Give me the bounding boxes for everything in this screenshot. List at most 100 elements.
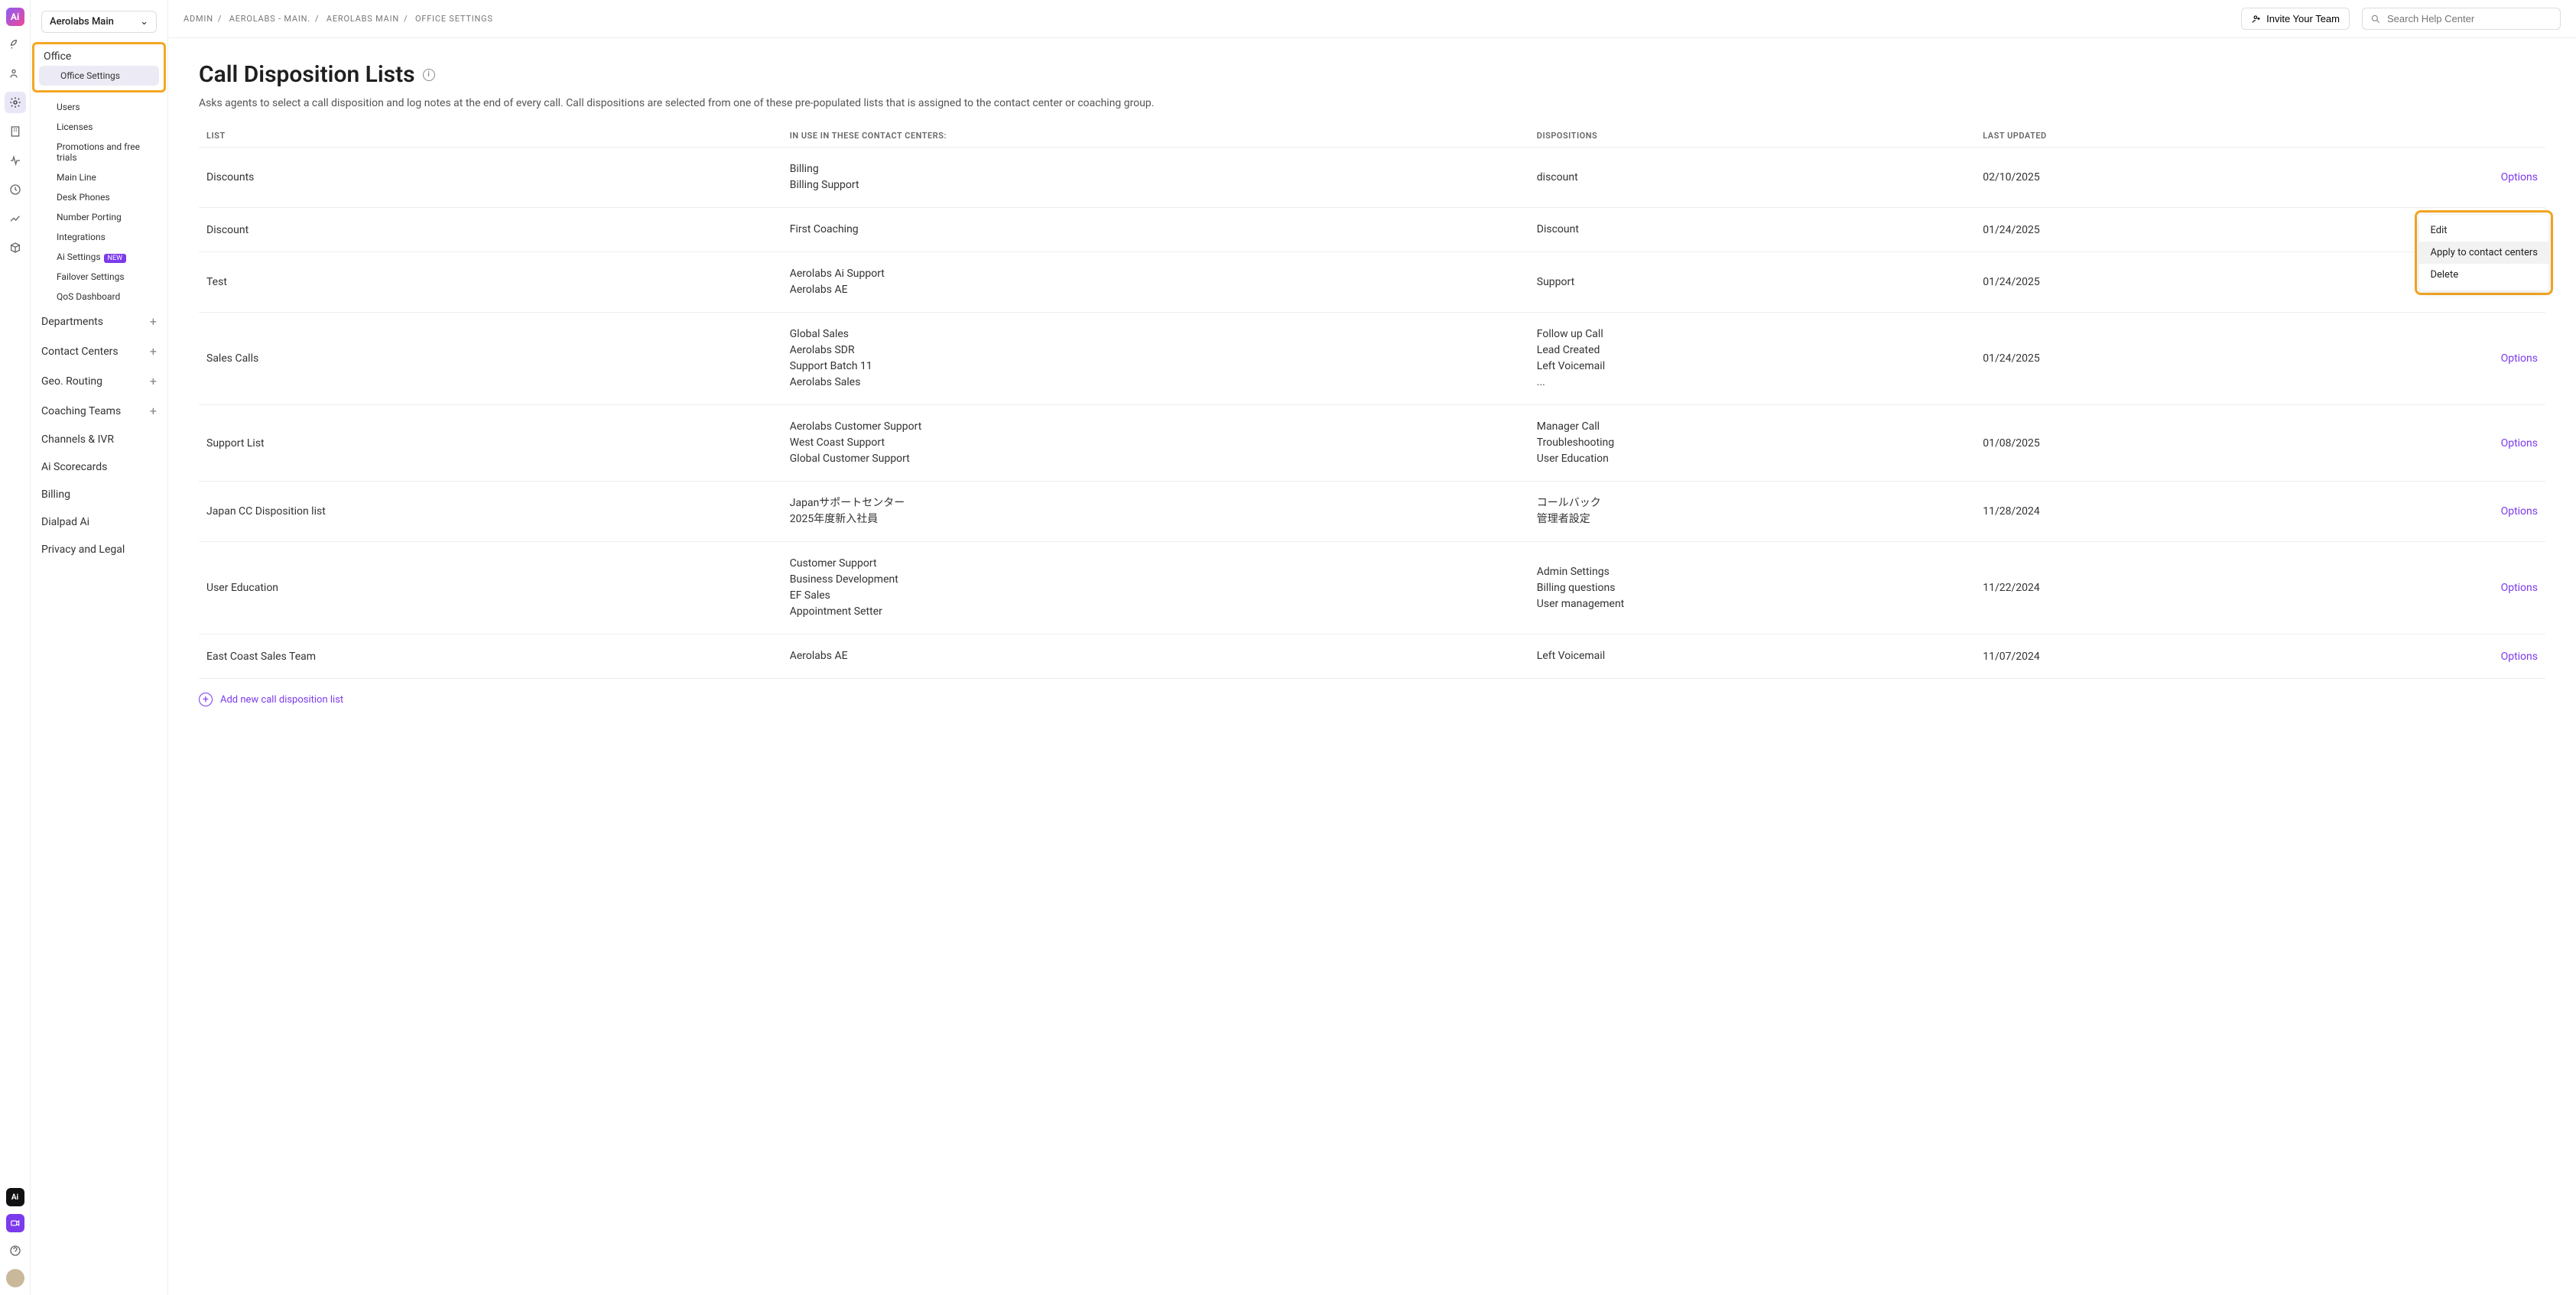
breadcrumbs: ADMIN/ AEROLABS - MAIN./ AEROLABS MAIN/ …	[184, 14, 2229, 24]
office-section-highlight: Office Office Settings	[32, 42, 166, 92]
dropdown-item-apply[interactable]: Apply to contact centers	[2419, 242, 2548, 264]
sidebar-item-geo-routing[interactable]: Geo. Routing +	[31, 366, 167, 396]
cell-centers: Aerolabs Ai SupportAerolabs AE	[782, 252, 1529, 313]
table-row: DiscountFirst CoachingDiscount01/24/2025	[199, 208, 2545, 252]
table-row: Support ListAerolabs Customer SupportWes…	[199, 405, 2545, 482]
plus-icon[interactable]: +	[150, 344, 157, 359]
options-link[interactable]: Options	[2501, 651, 2538, 663]
search-icon	[2370, 14, 2381, 24]
info-icon[interactable]: i	[423, 69, 435, 81]
ai-settings-label: Ai Settings	[57, 252, 101, 262]
sidebar-item-contact-centers[interactable]: Contact Centers+	[31, 336, 167, 366]
plus-icon[interactable]: +	[150, 404, 157, 418]
sidebar-item-channels-ivr[interactable]: Channels & IVR	[31, 426, 167, 453]
breadcrumb-item[interactable]: ADMIN	[184, 14, 213, 24]
breadcrumb-sep: /	[315, 14, 319, 24]
cell-updated: 01/24/2025	[1975, 313, 2318, 405]
building-icon[interactable]	[5, 121, 26, 142]
sidebar: Aerolabs Main ⌄ Office Office Settings U…	[31, 0, 168, 1295]
activity-icon[interactable]	[5, 150, 26, 171]
search-help[interactable]	[2362, 8, 2561, 30]
trend-icon[interactable]	[5, 208, 26, 229]
options-link[interactable]: Options	[2501, 437, 2538, 450]
sidebar-item-dialpad-ai[interactable]: Dialpad Ai	[31, 508, 167, 536]
cell-centers: Japanサポートセンター2025年度新入社員	[782, 482, 1529, 542]
sidebar-item-label: Coaching Teams	[41, 405, 121, 417]
sidebar-item-departments[interactable]: Departments+	[31, 307, 167, 336]
search-input[interactable]	[2387, 13, 2552, 24]
cell-centers: BillingBilling Support	[782, 148, 1529, 208]
app-logo[interactable]: Ai	[6, 8, 24, 26]
page-description: Asks agents to select a call disposition…	[199, 97, 2545, 109]
plus-icon[interactable]: +	[150, 314, 157, 329]
col-centers: IN USE IN THESE CONTACT CENTERS:	[782, 125, 1529, 148]
sidebar-item-integrations[interactable]: Integrations	[35, 227, 163, 247]
cell-dispositions: Manager CallTroubleshootingUser Educatio…	[1529, 405, 1975, 482]
dropdown-item-edit[interactable]: Edit	[2419, 219, 2548, 242]
office-heading[interactable]: Office	[34, 47, 164, 66]
gear-icon[interactable]	[5, 92, 26, 113]
cell-centers: Customer SupportBusiness DevelopmentEF S…	[782, 542, 1529, 635]
page-title-row: Call Disposition Lists i	[199, 61, 2545, 88]
sidebar-item-billing[interactable]: Billing	[31, 481, 167, 508]
invite-label: Invite Your Team	[2266, 13, 2340, 24]
main: ADMIN/ AEROLABS - MAIN./ AEROLABS MAIN/ …	[168, 0, 2576, 1295]
cell-centers: First Coaching	[782, 208, 1529, 252]
col-updated: LAST UPDATED	[1975, 125, 2318, 148]
cell-updated: 01/24/2025	[1975, 208, 2318, 252]
sidebar-item-qos[interactable]: QoS Dashboard	[35, 287, 163, 307]
sidebar-item-number-porting[interactable]: Number Porting	[35, 207, 163, 227]
sidebar-item-label: Geo. Routing	[41, 375, 102, 388]
col-actions	[2318, 125, 2545, 148]
breadcrumb-item[interactable]: AEROLABS - MAIN.	[229, 14, 310, 24]
cell-centers: Aerolabs AE	[782, 635, 1529, 679]
sidebar-item-promotions[interactable]: Promotions and free trials	[35, 137, 163, 167]
avatar[interactable]	[6, 1269, 24, 1287]
users-icon[interactable]	[5, 63, 26, 84]
sidebar-item-desk-phones[interactable]: Desk Phones	[35, 187, 163, 207]
options-link[interactable]: Options	[2501, 171, 2538, 183]
clock-icon[interactable]	[5, 179, 26, 200]
logo-letter: Ai	[11, 11, 19, 22]
plus-icon[interactable]: +	[150, 374, 157, 388]
sidebar-item-coaching-teams[interactable]: Coaching Teams +	[31, 396, 167, 426]
cell-options: Options	[2318, 635, 2545, 679]
cell-centers: Global SalesAerolabs SDRSupport Batch 11…	[782, 313, 1529, 405]
dropdown-item-delete[interactable]: Delete	[2419, 264, 2548, 286]
cell-updated: 02/10/2025	[1975, 148, 2318, 208]
box-icon[interactable]	[5, 237, 26, 258]
content: Call Disposition Lists i Asks agents to …	[168, 38, 2576, 1295]
cell-options: Options	[2318, 482, 2545, 542]
workspace-label: Aerolabs Main	[50, 16, 114, 28]
options-link[interactable]: Options	[2501, 582, 2538, 594]
cell-dispositions: Admin SettingsBilling questionsUser mana…	[1529, 542, 1975, 635]
sidebar-item-failover[interactable]: Failover Settings	[35, 267, 163, 287]
cell-updated: 11/28/2024	[1975, 482, 2318, 542]
cell-dispositions: コールバック管理者設定	[1529, 482, 1975, 542]
sidebar-item-ai-scorecards[interactable]: Ai Scorecards	[31, 453, 167, 481]
options-link[interactable]: Options	[2501, 352, 2538, 365]
help-icon[interactable]	[5, 1240, 26, 1261]
add-disposition-list[interactable]: + Add new call disposition list	[199, 693, 2545, 706]
sidebar-item-privacy-legal[interactable]: Privacy and Legal	[31, 536, 167, 563]
invite-team-button[interactable]: Invite Your Team	[2241, 8, 2350, 30]
sidebar-item-label: Dialpad Ai	[41, 516, 89, 528]
workspace-selector[interactable]: Aerolabs Main ⌄	[41, 11, 157, 33]
options-link[interactable]: Options	[2501, 505, 2538, 518]
cell-dispositions: Discount	[1529, 208, 1975, 252]
sidebar-item-licenses[interactable]: Licenses	[35, 117, 163, 137]
ai-badge-icon[interactable]: Ai	[6, 1188, 24, 1206]
options-dropdown-highlight: Edit Apply to contact centers Delete	[2415, 210, 2553, 295]
sidebar-item-main-line[interactable]: Main Line	[35, 167, 163, 187]
sidebar-item-office-settings[interactable]: Office Settings	[39, 66, 159, 86]
video-icon[interactable]	[6, 1214, 24, 1232]
rocket-icon[interactable]	[5, 34, 26, 55]
cell-updated: 11/22/2024	[1975, 542, 2318, 635]
sidebar-item-users[interactable]: Users	[35, 97, 163, 117]
page-title: Call Disposition Lists	[199, 61, 415, 88]
sidebar-item-label: Privacy and Legal	[41, 544, 125, 556]
breadcrumb-item: OFFICE SETTINGS	[415, 14, 493, 24]
breadcrumb-sep: /	[404, 14, 408, 24]
sidebar-item-ai-settings[interactable]: Ai SettingsNew	[35, 247, 163, 267]
breadcrumb-item[interactable]: AEROLABS MAIN	[326, 14, 399, 24]
